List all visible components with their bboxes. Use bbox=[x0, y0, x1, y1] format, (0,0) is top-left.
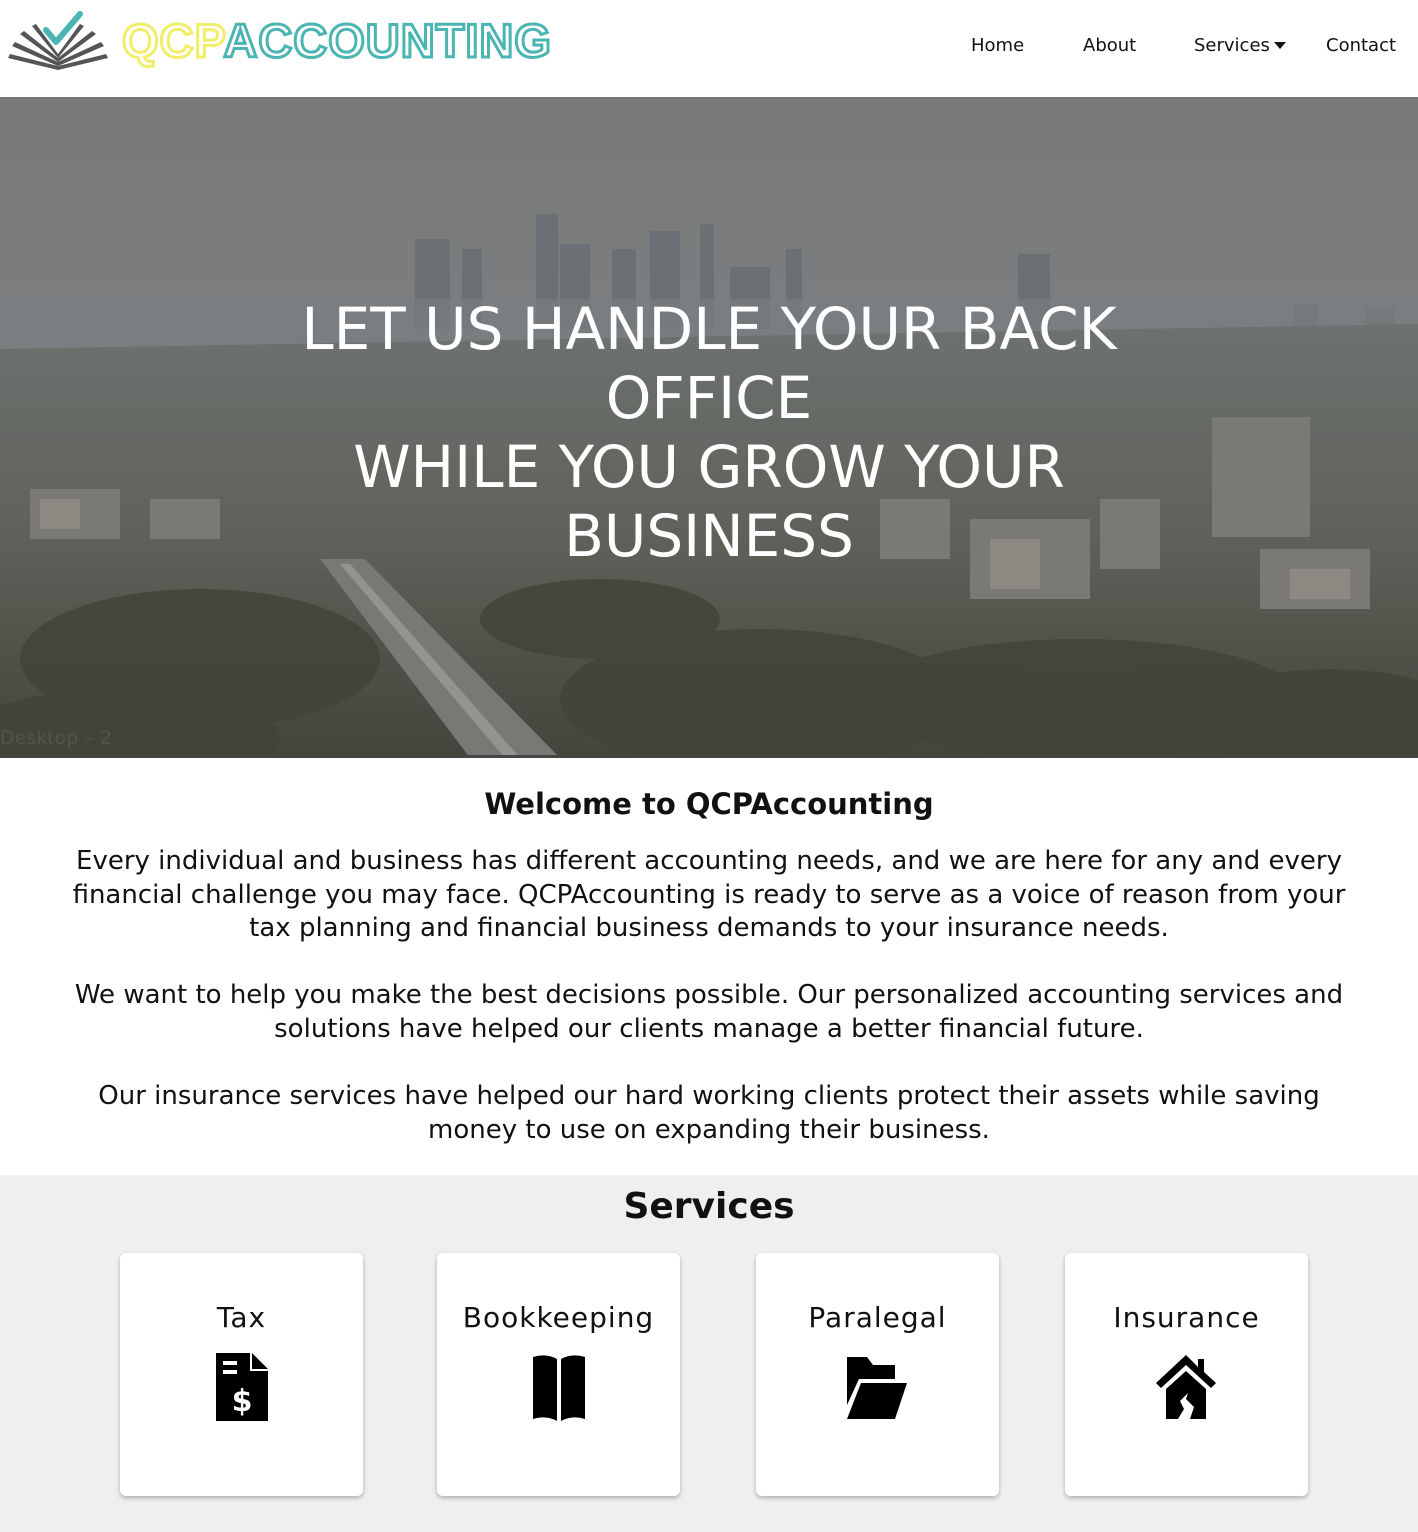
welcome-paragraph-1: Every individual and business has differ… bbox=[72, 846, 1346, 943]
service-card-label: Bookkeeping bbox=[462, 1301, 655, 1334]
folder-open-icon bbox=[847, 1357, 907, 1419]
artboard-label: Desktop – 2 bbox=[0, 727, 113, 749]
hero-line-4: BUSINESS bbox=[564, 502, 854, 570]
hero-banner: LET US HANDLE YOUR BACK OFFICE WHILE YOU… bbox=[0, 99, 1418, 758]
welcome-heading: Welcome to QCPAccounting bbox=[484, 787, 934, 821]
welcome-paragraph-3: Our insurance services have helped our h… bbox=[98, 1081, 1320, 1145]
services-section: Services Tax $ Bookkeeping Paralegal Ins… bbox=[0, 1175, 1418, 1532]
hero-line-3: WHILE YOU GROW YOUR bbox=[353, 433, 1065, 501]
nav-contact[interactable]: Contact bbox=[1326, 34, 1396, 58]
hero-line-2: OFFICE bbox=[605, 364, 813, 432]
service-card-bookkeeping[interactable]: Bookkeeping bbox=[437, 1253, 680, 1496]
book-icon bbox=[533, 1355, 585, 1421]
service-card-label: Paralegal bbox=[808, 1301, 947, 1334]
site-header: QCPACCOUNTING Home About Services Contac… bbox=[0, 0, 1418, 99]
hero-line-1: LET US HANDLE YOUR BACK bbox=[301, 295, 1117, 363]
brand-part-accounting: ACCOUNTING bbox=[222, 14, 553, 67]
file-invoice-dollar-icon: $ bbox=[216, 1353, 268, 1421]
brand-logo-text[interactable]: QCPACCOUNTING bbox=[120, 14, 553, 67]
nav-services[interactable]: Services bbox=[1194, 34, 1286, 58]
hero-heading: LET US HANDLE YOUR BACK OFFICE WHILE YOU… bbox=[200, 295, 1218, 571]
service-card-label: Insurance bbox=[1113, 1301, 1260, 1334]
house-damage-icon bbox=[1156, 1355, 1216, 1419]
nav-about[interactable]: About bbox=[1083, 34, 1136, 58]
service-card-tax[interactable]: Tax $ bbox=[120, 1253, 363, 1496]
welcome-paragraph-2: We want to help you make the best decisi… bbox=[74, 980, 1344, 1044]
caret-down-icon bbox=[1273, 41, 1286, 49]
open-book-checkmark-icon[interactable] bbox=[6, 10, 110, 74]
service-card-insurance[interactable]: Insurance bbox=[1065, 1253, 1308, 1496]
service-card-paralegal[interactable]: Paralegal bbox=[756, 1253, 999, 1496]
svg-text:$: $ bbox=[232, 1384, 253, 1419]
nav-services-label: Services bbox=[1194, 35, 1270, 56]
brand-part-qcp: QCP bbox=[120, 14, 224, 67]
services-heading: Services bbox=[623, 1186, 795, 1227]
service-card-label: Tax bbox=[216, 1301, 267, 1334]
nav-home[interactable]: Home bbox=[971, 34, 1024, 58]
